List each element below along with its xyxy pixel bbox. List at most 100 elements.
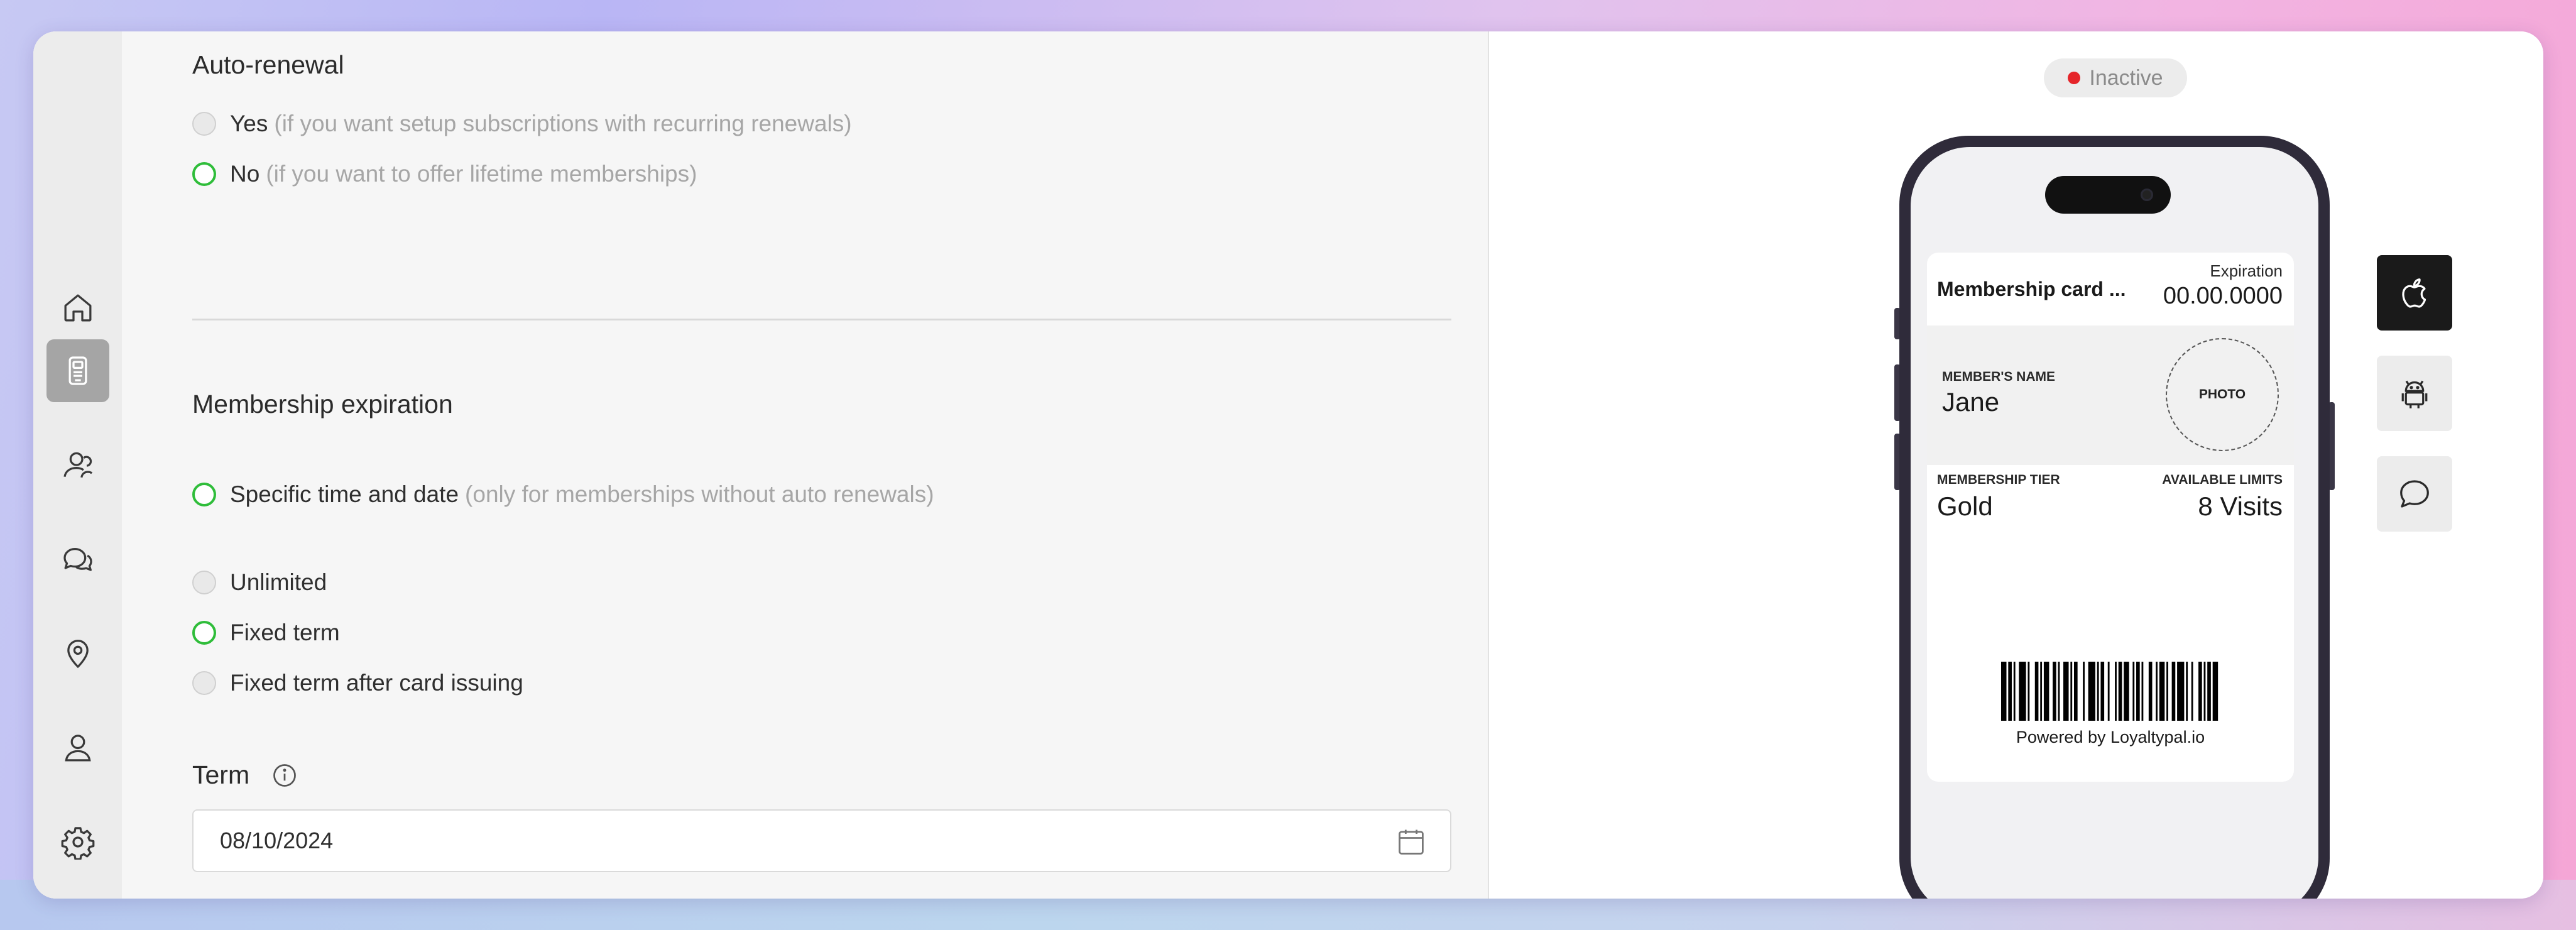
radio-button-selected[interactable]: [192, 483, 216, 506]
barcode-bar: [2177, 662, 2185, 721]
radio-button[interactable]: [192, 571, 216, 594]
app-window: Auto-renewal Yes (if you want setup subs…: [33, 31, 2543, 899]
radio-button-selected[interactable]: [192, 162, 216, 186]
barcode-bar: [2008, 662, 2012, 721]
sidebar-item-customers[interactable]: [46, 434, 109, 496]
barcode-bar: [2013, 662, 2016, 721]
specific-time-option[interactable]: Specific time and date (only for members…: [192, 481, 934, 508]
barcode-bar: [2171, 662, 2176, 721]
radio-button-selected[interactable]: [192, 621, 216, 645]
barcode-bar: [2034, 662, 2039, 721]
barcode-bar: [2118, 662, 2122, 721]
camera-icon: [2141, 189, 2153, 201]
home-icon: [64, 294, 92, 322]
gear-icon: [61, 827, 95, 860]
users-icon: [63, 452, 93, 478]
term-date-value: 08/10/2024: [220, 828, 334, 853]
barcode-bar: [2074, 662, 2078, 721]
member-name-value: Jane: [1942, 387, 2000, 417]
apple-preview-button[interactable]: [2377, 255, 2452, 331]
barcode-bar: [2100, 662, 2105, 721]
barcode-bar: [2088, 662, 2095, 721]
option-hint: (if you want to offer lifetime membershi…: [266, 161, 697, 187]
barcode-bar: [2063, 662, 2069, 721]
barcode-bar: [2107, 662, 2110, 721]
photo-placeholder: PHOTO: [2166, 338, 2279, 451]
unlimited-option[interactable]: Unlimited: [192, 569, 327, 596]
auto-renewal-no-option[interactable]: No (if you want to offer lifetime member…: [192, 161, 697, 187]
calendar-icon[interactable]: [1395, 826, 1427, 858]
status-label: Inactive: [2089, 65, 2163, 90]
barcode-bar: [2136, 662, 2140, 721]
barcode-bar: [2124, 662, 2129, 721]
barcode-bar: [2040, 662, 2043, 721]
barcode-bar: [2028, 662, 2030, 721]
barcode-bar: [2141, 662, 2144, 721]
barcode-bar: [2148, 662, 2153, 721]
expiration-label: Expiration: [2210, 261, 2283, 280]
dynamic-island: [2045, 176, 2171, 214]
option-label: No: [230, 161, 260, 187]
barcode-bar: [2115, 662, 2117, 721]
barcode-bar: [2159, 662, 2165, 721]
barcode-bar: [2132, 662, 2135, 721]
barcode-bar: [2053, 662, 2056, 721]
auto-renewal-title: Auto-renewal: [192, 50, 344, 79]
option-label: Unlimited: [230, 569, 327, 595]
sidebar-item-locations[interactable]: [46, 622, 109, 685]
info-icon[interactable]: [271, 762, 298, 789]
barcode-bar: [2043, 662, 2049, 721]
barcode-bar: [2083, 662, 2085, 721]
phone-mockup: Membership card ... Expiration 00.00.000…: [1899, 136, 2330, 899]
location-icon: [67, 640, 89, 669]
barcode-bar: [2203, 662, 2206, 721]
settings-panel: Auto-renewal Yes (if you want setup subs…: [122, 31, 1489, 899]
membership-tier-value: Gold: [1937, 491, 1993, 521]
powered-by-text: Powered by Loyaltypal.io: [2016, 728, 2205, 747]
card-strip: MEMBER'S NAME Jane PHOTO: [1927, 326, 2294, 465]
auto-renewal-yes-option[interactable]: Yes (if you want setup subscriptions wit…: [192, 111, 852, 137]
card-header: Membership card ... Expiration 00.00.000…: [1927, 253, 2294, 326]
sidebar-item-messages[interactable]: [46, 528, 109, 591]
status-badge: Inactive: [2044, 58, 2187, 97]
radio-button[interactable]: [192, 671, 216, 695]
sidebar-item-account[interactable]: [46, 716, 109, 779]
sidebar-item-cards[interactable]: [46, 339, 109, 402]
option-label: Specific time and date: [230, 481, 459, 507]
barcode-bar: [2019, 662, 2026, 721]
term-date-input[interactable]: 08/10/2024: [192, 809, 1451, 872]
option-label: Yes: [230, 111, 268, 136]
fixed-term-option[interactable]: Fixed term: [192, 620, 340, 646]
status-dot: [2068, 72, 2081, 84]
membership-card-preview: Membership card ... Expiration 00.00.000…: [1927, 253, 2294, 782]
chat-icon: [63, 548, 92, 571]
barcode-bar: [2058, 662, 2060, 721]
android-preview-button[interactable]: [2377, 356, 2452, 431]
expiration-value: 00.00.0000: [2163, 283, 2283, 309]
photo-label: PHOTO: [2198, 387, 2246, 402]
sidebar: [33, 31, 122, 899]
barcode-bar: [2070, 662, 2073, 721]
barcode-bar: [2207, 662, 2211, 721]
preview-panel: Inactive Membership card ... Expiration …: [1489, 31, 2543, 899]
sidebar-item-settings[interactable]: [46, 811, 109, 873]
membership-expiration-title: Membership expiration: [192, 390, 453, 418]
wallet-card-icon: [68, 356, 87, 385]
barcode-bar: [2198, 662, 2202, 721]
barcode-bar: [2212, 662, 2219, 721]
apple-icon: [2402, 278, 2426, 308]
message-preview-button[interactable]: [2377, 456, 2452, 532]
radio-button[interactable]: [192, 112, 216, 136]
term-label: Term: [192, 760, 250, 789]
phone-screen: Membership card ... Expiration 00.00.000…: [1911, 147, 2318, 899]
section-divider: [192, 319, 1451, 320]
android-icon: [2401, 380, 2428, 408]
fixed-term-after-issuing-option[interactable]: Fixed term after card issuing: [192, 670, 523, 696]
barcode-bar: [2156, 662, 2158, 721]
barcode-bar: [2191, 662, 2193, 721]
available-limits-value: 8 Visits: [2198, 491, 2283, 521]
barcode-bar: [2166, 662, 2168, 721]
option-hint: (only for memberships without auto renew…: [465, 481, 934, 507]
member-name-label: MEMBER'S NAME: [1942, 369, 2055, 384]
sidebar-item-home[interactable]: [46, 276, 109, 339]
